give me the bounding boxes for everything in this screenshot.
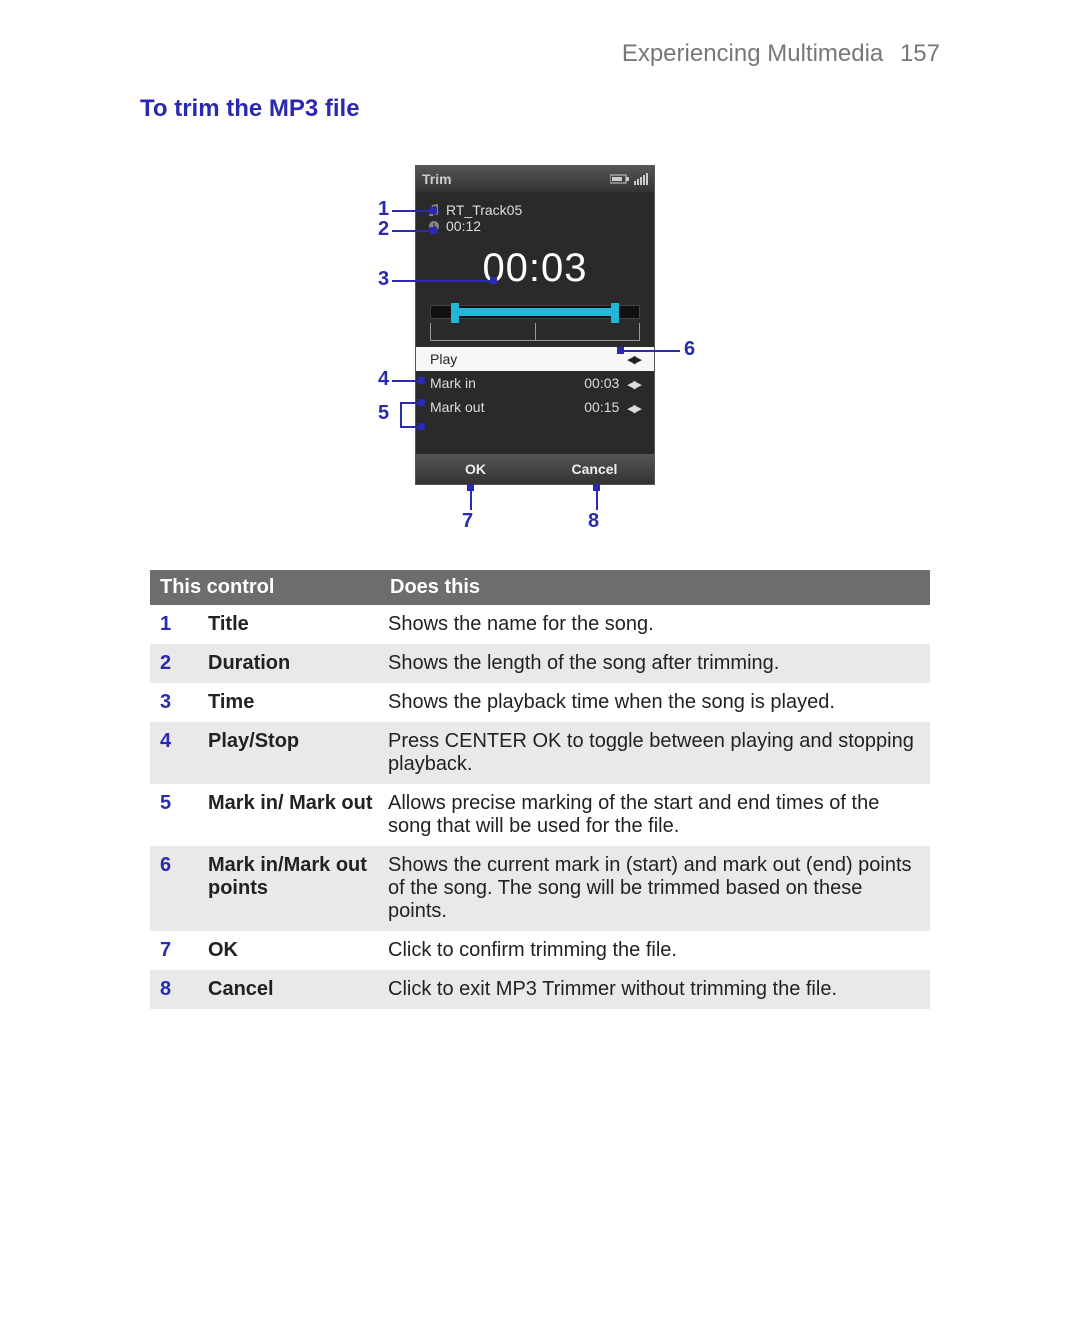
leader-dot <box>418 423 425 430</box>
leader-dot <box>430 227 437 234</box>
row-number: 3 <box>160 691 208 714</box>
leader-dot <box>418 399 425 406</box>
play-label: Play <box>430 351 457 367</box>
mark-in-value: 00:03 <box>584 375 619 391</box>
ok-button[interactable]: OK <box>416 454 535 484</box>
mark-out-handle[interactable] <box>611 303 619 323</box>
callout-8: 8 <box>588 510 599 533</box>
page-header: Experiencing Multimedia 157 <box>622 40 940 68</box>
table-row: 1 Title Shows the name for the song. <box>150 605 930 644</box>
callout-4: 4 <box>378 368 389 391</box>
page-number: 157 <box>900 40 940 67</box>
leader-5b <box>400 402 402 426</box>
left-right-arrows-icon: ◀▶ <box>627 353 640 366</box>
row-name: Time <box>208 691 388 714</box>
leader-3 <box>392 280 492 282</box>
row-name: Mark in/Mark out points <box>208 854 388 900</box>
status-icons <box>610 173 648 185</box>
row-desc: Click to confirm trimming the file. <box>388 939 920 962</box>
left-right-arrows-icon: ◀▶ <box>627 379 640 391</box>
table-row: 5 Mark in/ Mark out Allows precise marki… <box>150 784 930 846</box>
header-control: This control <box>160 576 390 599</box>
phone-screenshot: Trim RT_Track05 00:12 00:03 Play ◀▶ Mark… <box>415 165 655 485</box>
softkey-bar: OK Cancel <box>416 454 654 484</box>
options-list: Play ◀▶ Mark in 00:03 ◀▶ Mark out 00:15 … <box>416 347 654 419</box>
row-name: OK <box>208 939 388 962</box>
trim-ticks <box>430 323 640 341</box>
row-number: 2 <box>160 652 208 675</box>
callout-2: 2 <box>378 218 389 241</box>
callout-5: 5 <box>378 402 389 425</box>
mark-out-row[interactable]: Mark out 00:15 ◀▶ <box>416 395 654 419</box>
row-number: 1 <box>160 613 208 636</box>
playback-time: 00:03 <box>416 236 654 297</box>
screen-title: Trim <box>422 171 452 187</box>
mark-in-row[interactable]: Mark in 00:03 ◀▶ <box>416 371 654 395</box>
row-desc: Shows the current mark in (start) and ma… <box>388 854 920 923</box>
leader-5a <box>400 402 420 404</box>
row-name: Play/Stop <box>208 730 388 753</box>
callout-3: 3 <box>378 268 389 291</box>
section-title: To trim the MP3 file <box>140 95 360 123</box>
row-desc: Shows the length of the song after trimm… <box>388 652 920 675</box>
row-number: 6 <box>160 854 208 877</box>
leader-dot <box>418 377 425 384</box>
table-row: 2 Duration Shows the length of the song … <box>150 644 930 683</box>
track-name: RT_Track05 <box>446 202 522 218</box>
chapter-title: Experiencing Multimedia <box>622 40 883 67</box>
row-desc: Click to exit MP3 Trimmer without trimmi… <box>388 978 920 1001</box>
row-desc: Allows precise marking of the start and … <box>388 792 920 838</box>
mark-in-handle[interactable] <box>451 303 459 323</box>
track-info: RT_Track05 00:12 <box>416 192 654 236</box>
mark-in-label: Mark in <box>430 375 476 391</box>
leader-4 <box>392 380 420 382</box>
row-desc: Press CENTER OK to toggle between playin… <box>388 730 920 776</box>
row-number: 4 <box>160 730 208 753</box>
table-row: 8 Cancel Click to exit MP3 Trimmer witho… <box>150 970 930 1009</box>
leader-dot <box>430 207 437 214</box>
signal-icon <box>634 173 648 185</box>
leader-1 <box>392 210 432 212</box>
track-duration: 00:12 <box>446 218 481 234</box>
row-name: Mark in/ Mark out <box>208 792 388 815</box>
table-row: 7 OK Click to confirm trimming the file. <box>150 931 930 970</box>
leader-5c <box>400 426 420 428</box>
mark-out-value: 00:15 <box>584 399 619 415</box>
table-header: This control Does this <box>150 570 930 605</box>
row-desc: Shows the name for the song. <box>388 613 920 636</box>
leader-6 <box>620 350 680 352</box>
header-does: Does this <box>390 576 480 599</box>
leader-dot <box>593 484 600 491</box>
leader-dot <box>617 347 624 354</box>
cancel-button[interactable]: Cancel <box>535 454 654 484</box>
table-row: 4 Play/Stop Press CENTER OK to toggle be… <box>150 722 930 784</box>
table-row: 3 Time Shows the playback time when the … <box>150 683 930 722</box>
left-right-arrows-icon: ◀▶ <box>627 403 640 415</box>
controls-table: This control Does this 1 Title Shows the… <box>150 570 930 1009</box>
leader-2 <box>392 230 432 232</box>
row-number: 7 <box>160 939 208 962</box>
table-row: 6 Mark in/Mark out points Shows the curr… <box>150 846 930 931</box>
battery-icon <box>610 174 630 184</box>
row-name: Duration <box>208 652 388 675</box>
row-desc: Shows the playback time when the song is… <box>388 691 920 714</box>
callout-6: 6 <box>684 338 695 361</box>
row-name: Title <box>208 613 388 636</box>
callout-7: 7 <box>462 510 473 533</box>
leader-dot <box>467 484 474 491</box>
row-number: 8 <box>160 978 208 1001</box>
mark-out-label: Mark out <box>430 399 484 415</box>
phone-topbar: Trim <box>416 166 654 192</box>
leader-dot <box>490 277 497 284</box>
row-name: Cancel <box>208 978 388 1001</box>
row-number: 5 <box>160 792 208 815</box>
trim-slider[interactable] <box>430 305 640 319</box>
